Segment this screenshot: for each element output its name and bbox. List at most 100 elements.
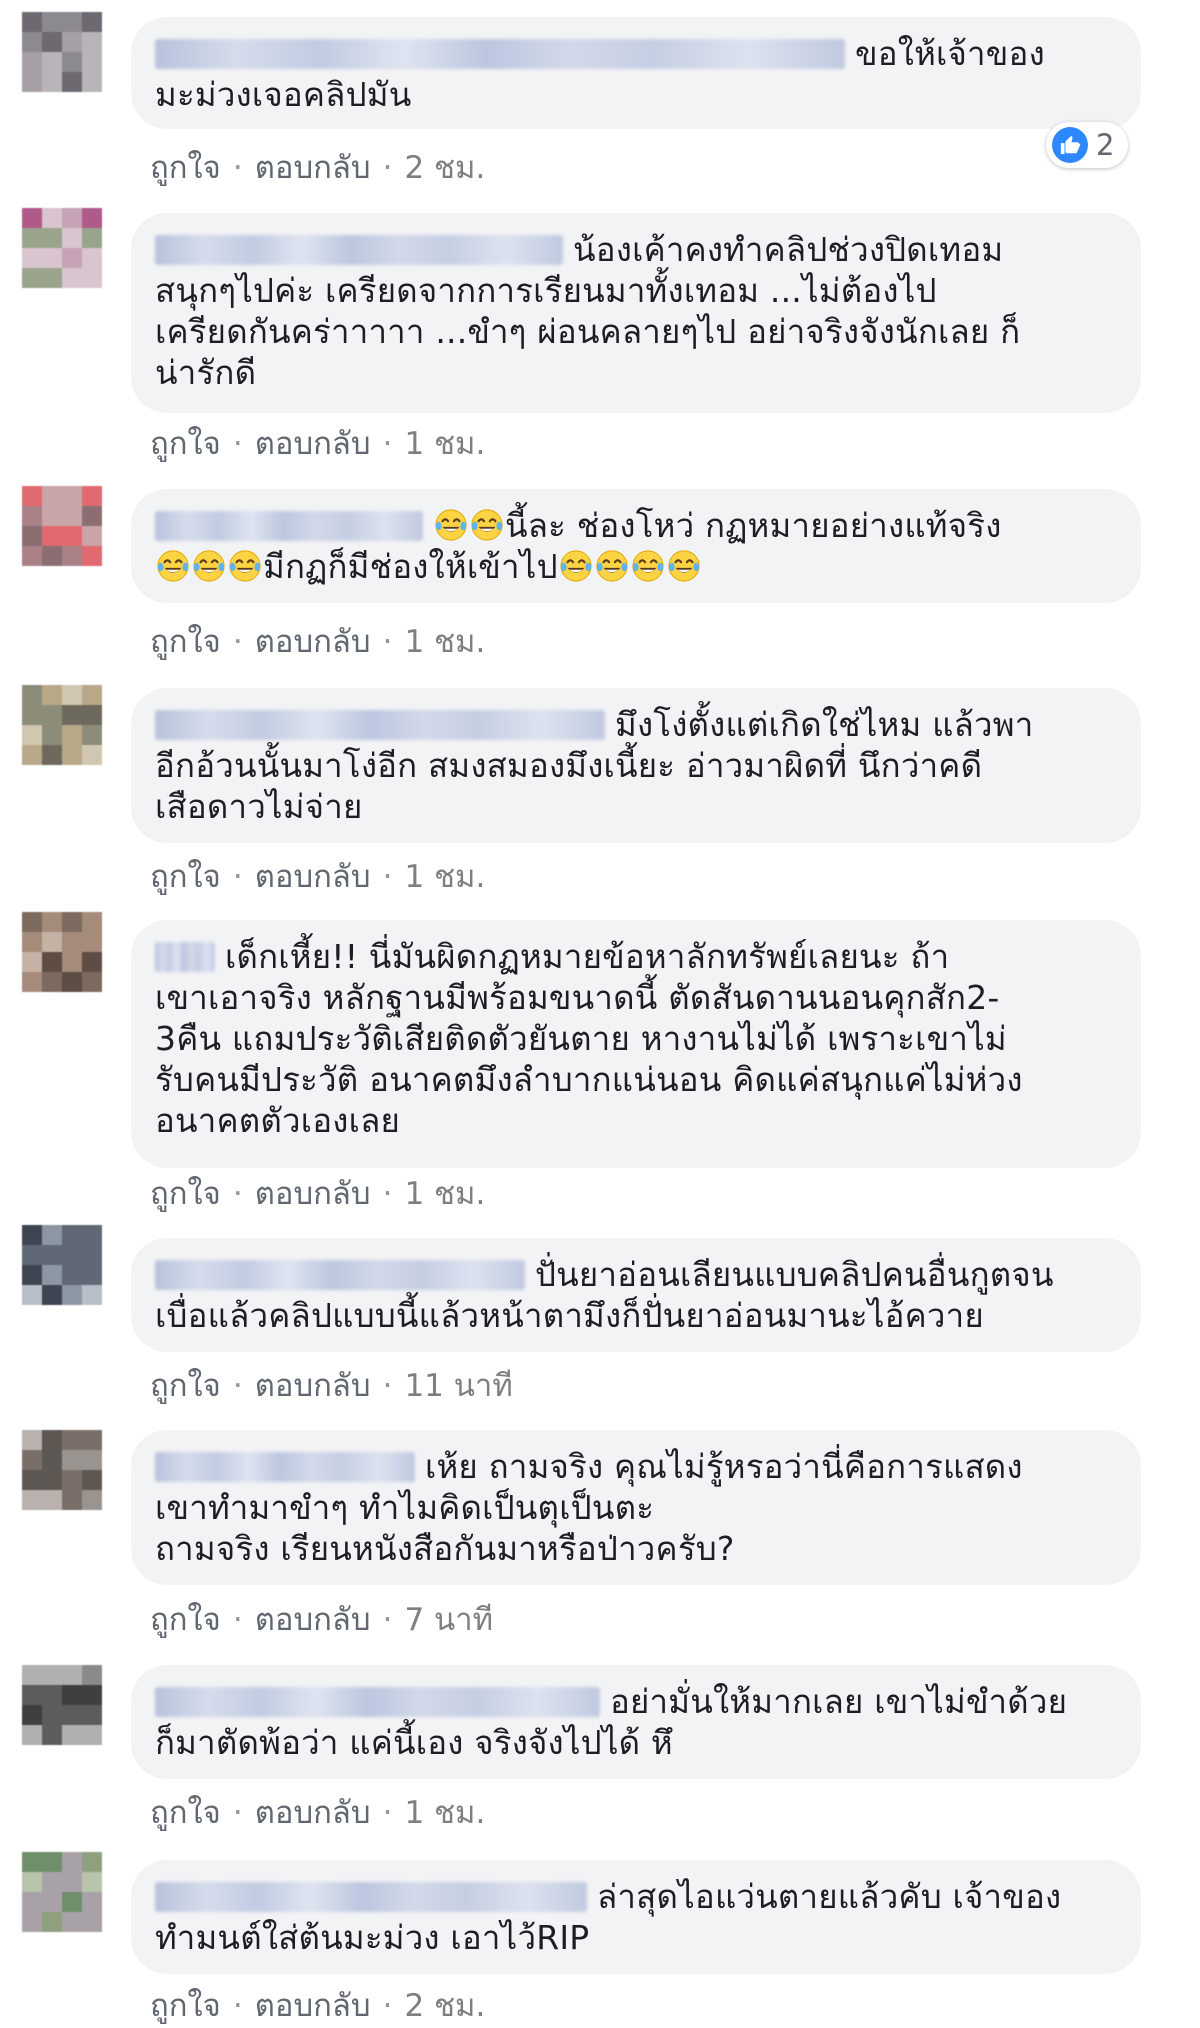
avatar[interactable] xyxy=(22,1430,102,1510)
timestamp[interactable]: 1 ชม. xyxy=(404,624,485,660)
avatar-pixel xyxy=(22,248,42,268)
avatar[interactable] xyxy=(22,208,102,288)
like-link[interactable]: ถูกใจ xyxy=(150,1988,221,2024)
avatar-pixel xyxy=(42,546,62,566)
avatar-pixel xyxy=(22,725,42,745)
author-name[interactable] xyxy=(155,39,845,69)
like-link[interactable]: ถูกใจ xyxy=(150,150,221,186)
avatar-pixel xyxy=(62,1450,82,1470)
tears-of-joy-emoji xyxy=(156,549,190,583)
separator-dot: · xyxy=(232,624,243,660)
avatar-pixel xyxy=(42,1450,62,1470)
avatar-pixel xyxy=(22,1892,42,1912)
avatar-pixel xyxy=(62,1852,82,1872)
avatar-pixel xyxy=(22,1912,42,1932)
reply-link[interactable]: ตอบกลับ xyxy=(255,1368,371,1404)
tears-of-joy-emoji xyxy=(228,549,262,583)
avatar-pixel xyxy=(62,1470,82,1490)
avatar-pixel xyxy=(82,1490,102,1510)
timestamp[interactable]: 1 ชม. xyxy=(404,859,485,895)
avatar[interactable] xyxy=(22,486,102,566)
like-link[interactable]: ถูกใจ xyxy=(150,859,221,895)
avatar-pixel xyxy=(42,228,62,248)
avatar-pixel xyxy=(42,1725,62,1745)
reply-link[interactable]: ตอบกลับ xyxy=(255,1795,371,1831)
avatar[interactable] xyxy=(22,1852,102,1932)
avatar-pixel xyxy=(22,1225,42,1245)
avatar-pixel xyxy=(22,952,42,972)
avatar-pixel xyxy=(22,912,42,932)
comment-actions: ถูกใจ · ตอบกลับ · 7 นาที xyxy=(150,1600,493,1640)
like-link[interactable]: ถูกใจ xyxy=(150,1176,221,1212)
avatar-pixel xyxy=(82,972,102,992)
comment-text: น่ารักดี xyxy=(155,353,257,392)
comment-text: ทำมนต์ใส่ต้นมะม่วง เอาไว้RIP xyxy=(155,1918,590,1957)
author-name[interactable] xyxy=(155,1882,587,1912)
avatar-pixel xyxy=(42,912,62,932)
avatar-pixel xyxy=(82,1470,102,1490)
like-link[interactable]: ถูกใจ xyxy=(150,624,221,660)
author-name[interactable] xyxy=(155,1452,415,1482)
reply-link[interactable]: ตอบกลับ xyxy=(255,1602,371,1638)
timestamp[interactable]: 1 ชม. xyxy=(404,426,485,462)
emoji-group xyxy=(558,547,702,586)
avatar[interactable] xyxy=(22,1225,102,1305)
avatar-pixel xyxy=(62,268,82,288)
reaction-badge[interactable]: 2 xyxy=(1046,122,1129,168)
reply-link[interactable]: ตอบกลับ xyxy=(255,426,371,462)
timestamp[interactable]: 1 ชม. xyxy=(404,1795,485,1831)
avatar-pixel xyxy=(82,1725,102,1745)
avatar[interactable] xyxy=(22,12,102,92)
author-name[interactable] xyxy=(155,1687,600,1717)
avatar[interactable] xyxy=(22,1665,102,1745)
reply-link[interactable]: ตอบกลับ xyxy=(255,859,371,895)
comment-text: รับคนมีประวัติ อนาคตมึงลำบากแน่นอน คิดแค… xyxy=(155,1060,1023,1099)
avatar-pixel xyxy=(62,52,82,72)
comment-actions: ถูกใจ · ตอบกลับ · 2 ชม. xyxy=(150,1986,485,2026)
avatar-pixel xyxy=(42,1892,62,1912)
timestamp[interactable]: 2 ชม. xyxy=(404,1988,485,2024)
avatar-pixel xyxy=(82,546,102,566)
like-icon xyxy=(1052,127,1088,163)
reply-link[interactable]: ตอบกลับ xyxy=(255,624,371,660)
like-link[interactable]: ถูกใจ xyxy=(150,1368,221,1404)
like-link[interactable]: ถูกใจ xyxy=(150,426,221,462)
avatar-pixel xyxy=(22,1852,42,1872)
author-name[interactable] xyxy=(155,511,423,541)
avatar-pixel xyxy=(82,1892,102,1912)
avatar-pixel xyxy=(82,52,102,72)
avatar-pixel xyxy=(82,1285,102,1305)
avatar-pixel xyxy=(62,745,82,765)
like-link[interactable]: ถูกใจ xyxy=(150,1795,221,1831)
avatar-pixel xyxy=(62,1665,82,1685)
avatar-pixel xyxy=(42,1245,62,1265)
timestamp[interactable]: 2 ชม. xyxy=(404,150,485,186)
avatar-pixel xyxy=(82,228,102,248)
timestamp[interactable]: 11 นาที xyxy=(404,1368,512,1404)
avatar-pixel xyxy=(82,268,102,288)
avatar-pixel xyxy=(22,1265,42,1285)
avatar-pixel xyxy=(82,1665,102,1685)
reply-link[interactable]: ตอบกลับ xyxy=(255,1176,371,1212)
avatar-pixel xyxy=(22,1665,42,1685)
reply-link[interactable]: ตอบกลับ xyxy=(255,150,371,186)
comment-text: ล่าสุดไอแว่นตายแล้วคับ เจ้าของ xyxy=(597,1877,1062,1916)
author-name[interactable] xyxy=(155,942,215,972)
avatar[interactable] xyxy=(22,685,102,765)
avatar[interactable] xyxy=(22,912,102,992)
timestamp[interactable]: 7 นาที xyxy=(404,1602,493,1638)
author-name[interactable] xyxy=(155,710,605,740)
avatar-pixel xyxy=(22,1285,42,1305)
tears-of-joy-emoji xyxy=(595,549,629,583)
like-link[interactable]: ถูกใจ xyxy=(150,1602,221,1638)
reply-link[interactable]: ตอบกลับ xyxy=(255,1988,371,2024)
avatar-pixel xyxy=(22,745,42,765)
comment-actions: ถูกใจ · ตอบกลับ · 1 ชม. xyxy=(150,857,485,897)
comment-text: เขาทำมาขำๆ ทำไมคิดเป็นตุเป็นตะ xyxy=(155,1488,655,1527)
timestamp[interactable]: 1 ชม. xyxy=(404,1176,485,1212)
author-name[interactable] xyxy=(155,235,563,265)
author-name[interactable] xyxy=(155,1260,525,1290)
avatar-pixel xyxy=(62,1872,82,1892)
avatar-pixel xyxy=(22,208,42,228)
comment-text: 3คืน แถมประวัติเสียติดตัวยันตาย หางานไม่… xyxy=(155,1019,1007,1058)
